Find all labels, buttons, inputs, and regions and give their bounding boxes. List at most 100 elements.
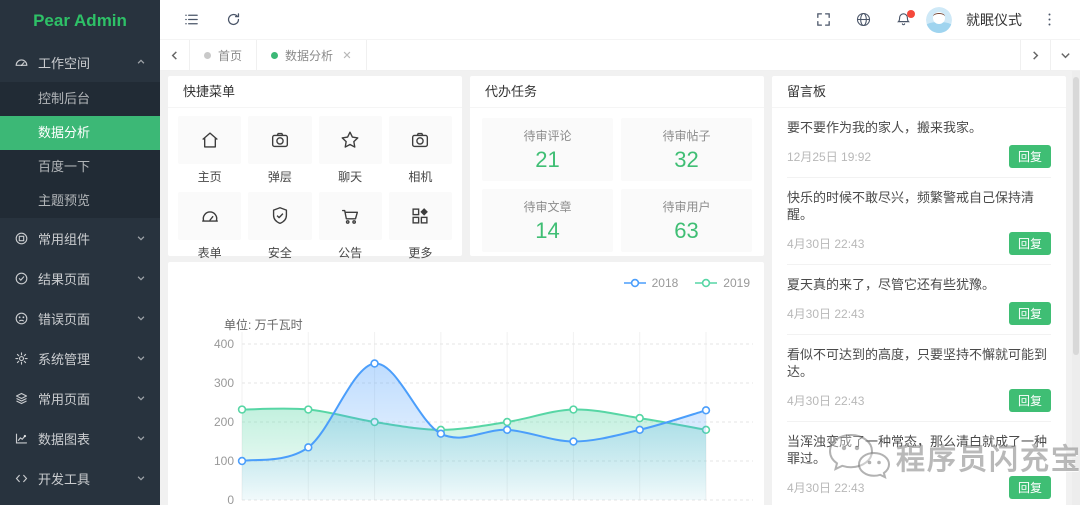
message-date: 4月30日 22:43: [787, 305, 864, 322]
reply-button[interactable]: 回复: [1009, 389, 1051, 412]
more-menu-button[interactable]: [1032, 3, 1066, 37]
notifications-button[interactable]: [886, 3, 920, 37]
tabs-menu-button[interactable]: [1050, 40, 1080, 70]
svg-text:100: 100: [214, 454, 234, 468]
todo-stat-comments: 待审评论 21: [482, 118, 613, 181]
close-icon[interactable]: [342, 50, 352, 60]
chevron-down-icon: [136, 233, 146, 243]
cart-icon: [339, 205, 361, 227]
chevron-down-icon: [1060, 50, 1071, 61]
todo-stat-users: 待审用户 63: [621, 189, 752, 252]
sidebar-item-label: 常用页面: [38, 389, 136, 408]
sidebar-item-label: 常用组件: [38, 229, 136, 248]
sidebar-item-label: 错误页面: [38, 309, 136, 328]
board-message: 看似不可达到的高度，只要坚持不懈就可能到达。 4月30日 22:43回复: [787, 335, 1051, 422]
fullscreen-icon: [815, 11, 832, 28]
message-board-card: 留言板 要不要作为我的家人，搬来我家。 12月25日 19:92回复 快乐的时候…: [772, 76, 1066, 505]
avatar[interactable]: [926, 7, 952, 33]
chevron-left-icon: [169, 50, 180, 61]
topbar-right: 就眠仪式: [806, 3, 1080, 37]
page-scrollbar[interactable]: [1072, 71, 1080, 505]
dashboard-icon: [14, 55, 29, 70]
sidebar-item-components[interactable]: 常用组件: [0, 218, 160, 258]
gear-icon: [14, 351, 29, 366]
code-icon: [14, 471, 29, 486]
username[interactable]: 就眠仪式: [966, 10, 1022, 30]
scrollbar-thumb[interactable]: [1073, 77, 1079, 355]
sidebar-subitem-theme[interactable]: 主题预览: [0, 184, 160, 218]
sidebar-item-label: 结果页面: [38, 269, 136, 288]
app-logo: Pear Admin: [0, 0, 160, 42]
tabs-scroll-left-button[interactable]: [160, 40, 190, 70]
quick-item-home[interactable]: 主页: [178, 116, 241, 185]
quick-item-form[interactable]: 表单: [178, 192, 241, 261]
check-circle-icon: [14, 271, 29, 286]
message-date: 12月25日 19:92: [787, 148, 871, 165]
more-vertical-icon: [1041, 11, 1058, 28]
sidebar-item-result-pages[interactable]: 结果页面: [0, 258, 160, 298]
quick-menu-grid: 主页 弹层 聊天 相机 表单: [168, 108, 462, 269]
tabs-scroll-right-button[interactable]: [1020, 40, 1050, 70]
sidebar-subitem-baidu[interactable]: 百度一下: [0, 150, 160, 184]
board-message: 要不要作为我的家人，搬来我家。 12月25日 19:92回复: [787, 108, 1051, 178]
sidebar-item-label: 系统管理: [38, 349, 136, 368]
todo-grid: 待审评论 21 待审帖子 32 待审文章 14 待审用户 63: [470, 108, 764, 262]
language-button[interactable]: [846, 3, 880, 37]
todo-stat-articles: 待审文章 14: [482, 189, 613, 252]
quick-item-notice[interactable]: 公告: [319, 192, 382, 261]
fullscreen-button[interactable]: [806, 3, 840, 37]
grid-more-icon: [409, 205, 431, 227]
sidebar-item-error-pages[interactable]: 错误页面: [0, 298, 160, 338]
quick-item-security[interactable]: 安全: [248, 192, 311, 261]
reply-button[interactable]: 回复: [1009, 232, 1051, 255]
tab-status-dot: [204, 52, 211, 59]
todo-card: 代办任务 待审评论 21 待审帖子 32 待审文章 14 待审用户 63: [470, 76, 764, 256]
quick-item-popup[interactable]: 弹层: [248, 116, 311, 185]
sidebar-subitem-console[interactable]: 控制后台: [0, 82, 160, 116]
chart-card: 2018 2019 单位: 万千瓦时 0100200300400: [168, 262, 764, 505]
quick-item-more[interactable]: 更多: [389, 192, 452, 261]
collapse-sidebar-button[interactable]: [174, 3, 208, 37]
avatar-image: [926, 7, 952, 33]
line-chart: 0100200300400: [168, 262, 764, 505]
globe-icon: [855, 11, 872, 28]
tab-data-analysis[interactable]: 数据分析: [257, 40, 367, 70]
camera-icon: [269, 129, 291, 151]
home-icon: [199, 129, 221, 151]
quick-item-chat[interactable]: 聊天: [319, 116, 382, 185]
refresh-button[interactable]: [216, 3, 250, 37]
collapse-menu-icon: [183, 11, 200, 28]
reply-button[interactable]: 回复: [1009, 302, 1051, 325]
component-icon: [14, 231, 29, 246]
board-title: 留言板: [772, 76, 1066, 108]
content: 快捷菜单 主页 弹层 聊天 相机: [160, 71, 1080, 505]
sidebar-item-common-pages[interactable]: 常用页面: [0, 378, 160, 418]
sidebar-item-label: 工作空间: [38, 53, 136, 72]
quick-item-camera[interactable]: 相机: [389, 116, 452, 185]
chevron-up-icon: [136, 57, 146, 67]
sidebar-item-charts[interactable]: 数据图表: [0, 418, 160, 458]
todo-title: 代办任务: [470, 76, 764, 108]
board-list: 要不要作为我的家人，搬来我家。 12月25日 19:92回复 快乐的时候不敢尽兴…: [772, 108, 1066, 505]
sidebar-subitem-analysis[interactable]: 数据分析: [0, 116, 160, 150]
tabbar: 首页 数据分析: [160, 40, 1080, 71]
board-message: 夏天真的来了，尽管它还有些犹豫。 4月30日 22:43回复: [787, 265, 1051, 335]
sidebar-item-label: 开发工具: [38, 469, 136, 488]
chevron-down-icon: [136, 433, 146, 443]
chevron-right-icon: [1030, 50, 1041, 61]
reply-button[interactable]: 回复: [1009, 476, 1051, 499]
chevron-down-icon: [136, 473, 146, 483]
sidebar-item-workspace[interactable]: 工作空间: [0, 42, 160, 82]
tab-home[interactable]: 首页: [190, 40, 257, 70]
board-message: 快乐的时候不敢尽兴，频繁警戒自己保持清醒。 4月30日 22:43回复: [787, 178, 1051, 265]
svg-text:0: 0: [227, 493, 234, 505]
sidebar-item-dev-tools[interactable]: 开发工具: [0, 458, 160, 498]
chart-icon: [14, 431, 29, 446]
sidebar-item-system[interactable]: 系统管理: [0, 338, 160, 378]
quick-menu-card: 快捷菜单 主页 弹层 聊天 相机: [168, 76, 462, 256]
reply-button[interactable]: 回复: [1009, 145, 1051, 168]
svg-text:400: 400: [214, 337, 234, 351]
board-message: 当浑浊变成了一种常态，那么清白就成了一种罪过。 4月30日 22:43回复: [787, 422, 1051, 505]
tab-label: 首页: [218, 47, 242, 64]
quick-menu-title: 快捷菜单: [168, 76, 462, 108]
